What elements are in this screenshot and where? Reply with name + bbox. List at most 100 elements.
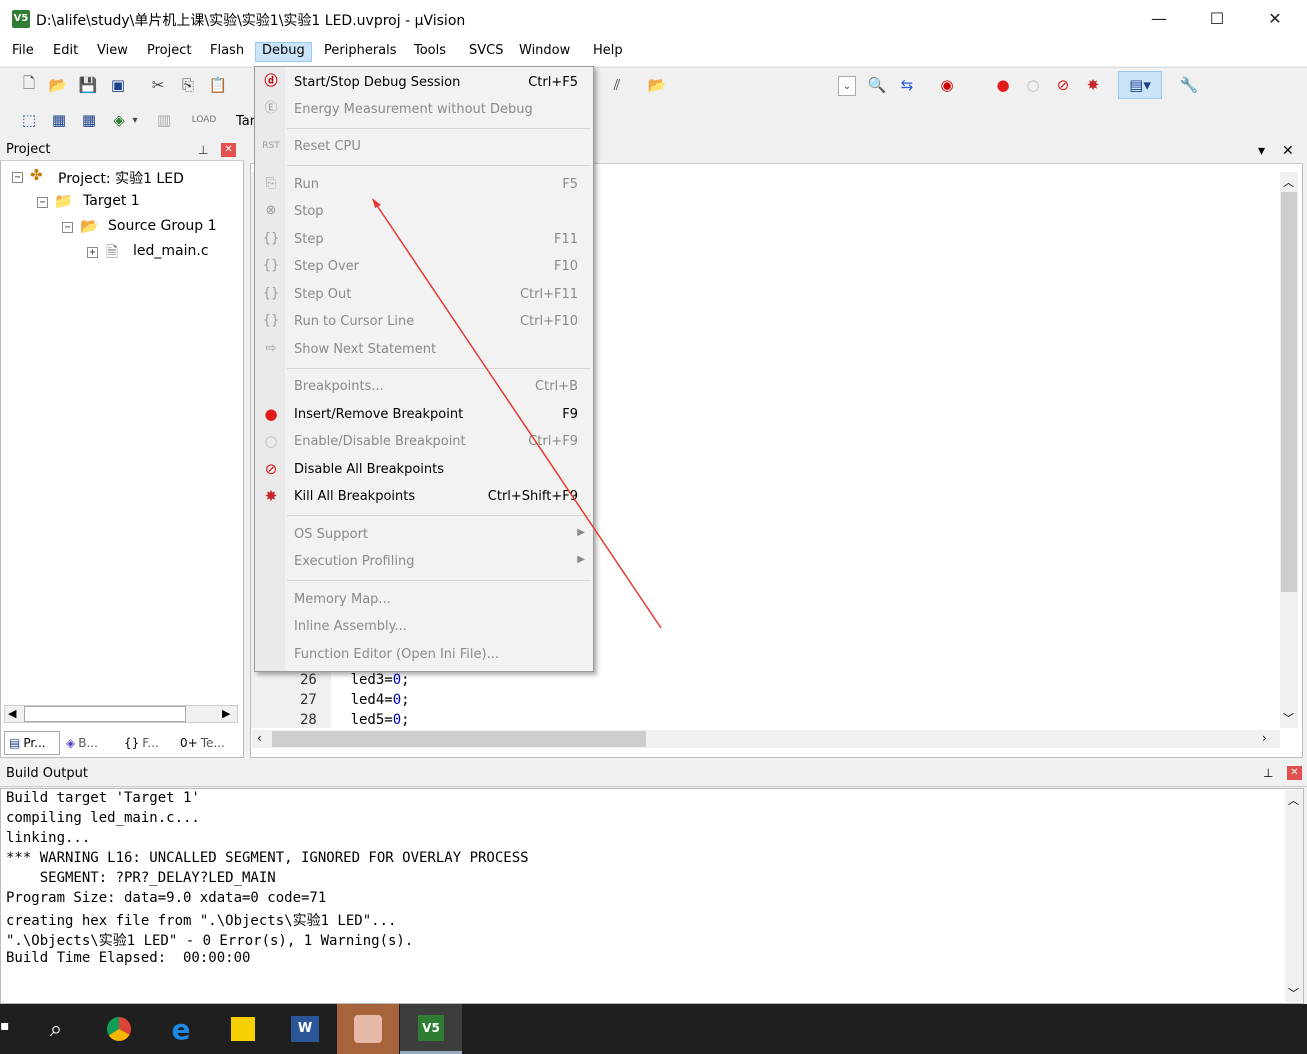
scroll-left-icon[interactable]: ‹	[257, 731, 262, 745]
build-icon[interactable]: ▦	[48, 109, 70, 131]
batch-dropdown-icon[interactable]: ▾	[130, 113, 140, 127]
menu-item-inline-assembly[interactable]: Inline Assembly...	[255, 613, 593, 640]
edge-icon[interactable]: e	[150, 1004, 212, 1054]
target-select-label[interactable]: Tar	[236, 114, 255, 129]
menu-debug[interactable]: Debug	[255, 42, 312, 62]
menu-project[interactable]: Project	[141, 43, 197, 63]
pin-icon[interactable]: ⊥	[1263, 766, 1273, 780]
menu-item-function-editor[interactable]: Function Editor (Open Ini File)...	[255, 641, 593, 668]
tree-file-led-main[interactable]: led_main.c	[133, 243, 209, 259]
paste-icon[interactable]: 📋	[207, 74, 229, 96]
close-button[interactable]: ✕	[1246, 0, 1304, 38]
menu-item-disable-all-breakpoints[interactable]: ⊘ Disable All Breakpoints	[255, 456, 593, 483]
editor-close-icon[interactable]: ✕	[1282, 143, 1294, 159]
tab-project[interactable]: ▤ Pr...	[4, 731, 60, 755]
scroll-right-icon[interactable]: ▶	[222, 707, 230, 720]
menu-item-step-over[interactable]: {} Step Over F10	[255, 253, 593, 280]
scroll-up-icon[interactable]: ︿	[1288, 792, 1299, 808]
tab-dropdown-icon[interactable]: ▾	[1258, 143, 1265, 159]
paint-app-icon[interactable]	[337, 1004, 399, 1054]
menu-svcs[interactable]: SVCS	[463, 43, 509, 63]
download-icon[interactable]: LOAD	[192, 109, 217, 131]
menu-item-start-stop-debug[interactable]: ⓓ Start/Stop Debug Session Ctrl+F5	[255, 69, 593, 96]
menu-flash[interactable]: Flash	[204, 43, 250, 63]
incremental-find-icon[interactable]: ⇆	[896, 74, 918, 96]
scroll-up-icon[interactable]: ︿	[1283, 174, 1294, 190]
tree-source-group[interactable]: Source Group 1	[108, 218, 217, 234]
build-output-close-icon[interactable]: ✕	[1287, 766, 1302, 780]
scroll-right-icon[interactable]: ›	[1262, 731, 1267, 745]
menu-item-os-support[interactable]: OS Support ▶	[255, 521, 593, 548]
new-file-icon[interactable]: 🗋	[18, 74, 40, 96]
window-layout-icon[interactable]: ▤▾	[1118, 71, 1162, 99]
menu-item-stop[interactable]: ⊗ Stop	[255, 198, 593, 225]
menu-item-execution-profiling[interactable]: Execution Profiling ▶	[255, 548, 593, 575]
expand-icon[interactable]: +	[87, 247, 98, 258]
collapse-icon[interactable]: −	[37, 197, 48, 208]
menu-peripherals[interactable]: Peripherals	[318, 43, 403, 63]
project-pane-close-icon[interactable]: ✕	[221, 143, 236, 157]
dropdown-icon[interactable]: ⌄	[838, 76, 856, 96]
word-icon[interactable]: W	[274, 1004, 336, 1054]
menu-item-breakpoints[interactable]: Breakpoints... Ctrl+B	[255, 373, 593, 400]
kill-breakpoints-toolbar-icon[interactable]: ✸	[1082, 74, 1104, 96]
start-icon[interactable]: ▪	[0, 1018, 10, 1038]
disable-breakpoints-toolbar-icon[interactable]: ⊘	[1052, 74, 1074, 96]
rebuild-icon[interactable]: ▦	[78, 109, 100, 131]
sticky-notes-icon[interactable]	[212, 1004, 274, 1054]
enable-breakpoint-toolbar-icon[interactable]: ○	[1022, 74, 1044, 96]
open-file-icon[interactable]: 📂	[47, 74, 69, 96]
scroll-down-icon[interactable]: ﹀	[1288, 985, 1299, 1001]
tab-books[interactable]: ◈ B...	[62, 731, 118, 755]
menu-item-step-out[interactable]: {} Step Out Ctrl+F11	[255, 281, 593, 308]
cut-icon[interactable]: ✂	[147, 74, 169, 96]
debug-session-toolbar-icon[interactable]: ◉	[936, 74, 958, 96]
translate-icon[interactable]: ⬚	[18, 109, 40, 131]
tree-target[interactable]: Target 1	[83, 193, 140, 209]
code-line-28[interactable]: 28 led5=0;	[300, 712, 410, 728]
menu-item-enable-disable-breakpoint[interactable]: ○ Enable/Disable Breakpoint Ctrl+F9	[255, 428, 593, 455]
find-icon[interactable]: 🔍	[866, 74, 888, 96]
tab-templates[interactable]: 0+ Te...	[176, 731, 236, 755]
save-all-icon[interactable]: ▣	[107, 74, 129, 96]
tree-project[interactable]: Project: 实验1 LED	[58, 168, 184, 188]
code-line-26[interactable]: 26 led3=0;	[300, 672, 410, 688]
menu-item-energy-measurement[interactable]: Ⓔ Energy Measurement without Debug	[255, 96, 593, 123]
editor-vscroll-thumb[interactable]	[1281, 192, 1297, 592]
breakpoint-toolbar-icon[interactable]: ●	[992, 74, 1014, 96]
search-icon[interactable]: ⌕	[25, 1004, 87, 1054]
code-line-27[interactable]: 27 led4=0;	[300, 692, 410, 708]
collapse-icon[interactable]: −	[62, 222, 73, 233]
menu-window[interactable]: Window	[513, 43, 576, 63]
stop-build-icon[interactable]: ▥	[153, 109, 175, 131]
menu-item-memory-map[interactable]: Memory Map...	[255, 586, 593, 613]
menu-edit[interactable]: Edit	[47, 43, 84, 63]
collapse-icon[interactable]: −	[12, 172, 23, 183]
menu-item-run[interactable]: ⎘ Run F5	[255, 171, 593, 198]
menu-item-reset-cpu[interactable]: RST Reset CPU	[255, 133, 593, 160]
configure-icon[interactable]: 📂	[646, 74, 668, 96]
uvision-taskbar-icon[interactable]: V5	[400, 1004, 462, 1054]
menu-help[interactable]: Help	[587, 43, 629, 63]
maximize-button[interactable]: ☐	[1188, 0, 1246, 38]
menu-item-step[interactable]: {} Step F11	[255, 226, 593, 253]
project-hscroll-thumb[interactable]	[24, 706, 186, 722]
scroll-left-icon[interactable]: ◀	[8, 707, 16, 720]
batch-build-icon[interactable]: ◈	[108, 109, 130, 131]
menu-view[interactable]: View	[91, 43, 134, 63]
menu-item-kill-all-breakpoints[interactable]: ✸ Kill All Breakpoints Ctrl+Shift+F9	[255, 483, 593, 510]
tab-functions[interactable]: {} F...	[120, 731, 176, 755]
save-icon[interactable]: 💾	[77, 74, 99, 96]
minimize-button[interactable]: —	[1130, 0, 1188, 38]
menu-item-run-to-cursor[interactable]: {} Run to Cursor Line Ctrl+F10	[255, 308, 593, 335]
wrench-icon[interactable]: 🔧	[1178, 74, 1200, 96]
comment-icon[interactable]: ⫽	[606, 74, 628, 96]
editor-hscroll-thumb[interactable]	[272, 731, 646, 747]
menu-tools[interactable]: Tools	[408, 43, 452, 63]
build-vscrollbar[interactable]	[1285, 790, 1303, 1002]
menu-item-show-next-statement[interactable]: ⇨ Show Next Statement	[255, 336, 593, 363]
scroll-down-icon[interactable]: ﹀	[1283, 710, 1294, 726]
copy-icon[interactable]: ⎘	[177, 74, 199, 96]
menu-file[interactable]: File	[6, 43, 40, 63]
pin-icon[interactable]: ⊥	[198, 143, 208, 157]
